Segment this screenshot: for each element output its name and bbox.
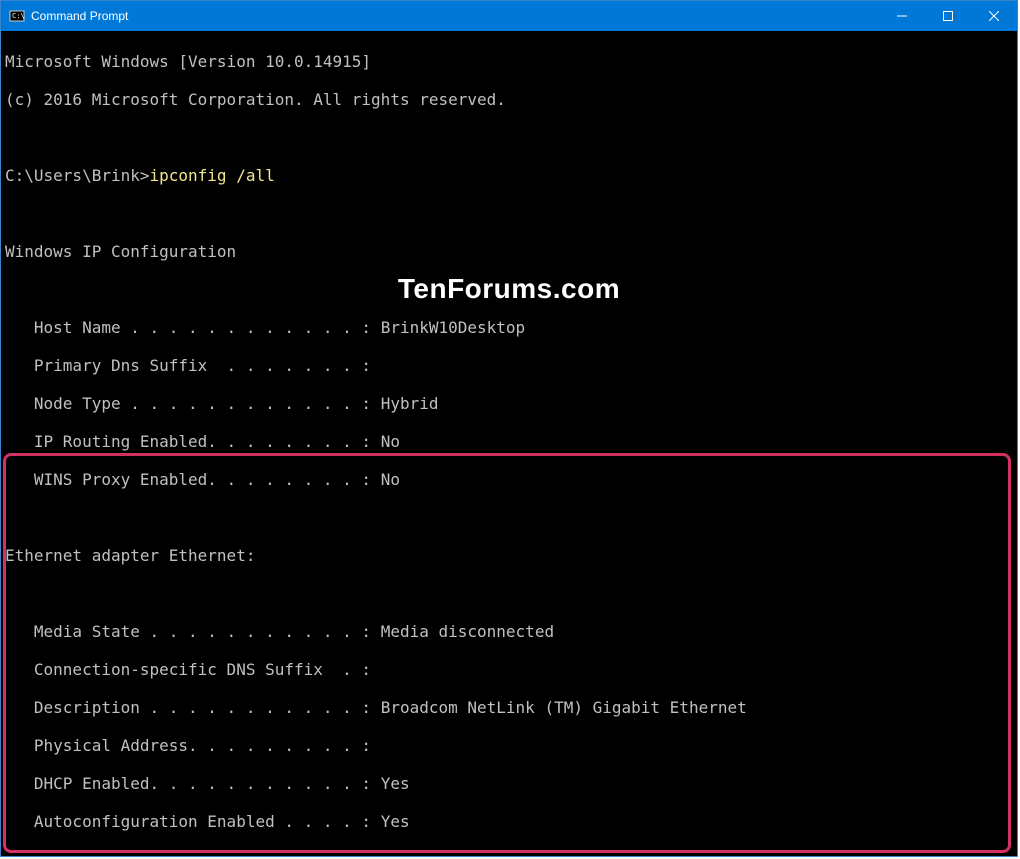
titlebar[interactable]: C:\ Command Prompt bbox=[1, 1, 1017, 31]
blank-line bbox=[5, 508, 1013, 527]
media-state-line: Media State . . . . . . . . . . . : Medi… bbox=[5, 622, 1013, 641]
svg-text:C:\: C:\ bbox=[12, 12, 25, 20]
autoconfig-line: Autoconfiguration Enabled . . . . : Yes bbox=[5, 812, 1013, 831]
section-header: Windows IP Configuration bbox=[5, 242, 1013, 261]
command-prompt-window: C:\ Command Prompt Microsoft Windows [Ve… bbox=[0, 0, 1018, 857]
prompt-path: C:\Users\Brink> bbox=[5, 166, 150, 185]
blank-line bbox=[5, 128, 1013, 147]
minimize-button[interactable] bbox=[879, 1, 925, 31]
cmd-icon: C:\ bbox=[9, 8, 25, 24]
close-button[interactable] bbox=[971, 1, 1017, 31]
console-output[interactable]: Microsoft Windows [Version 10.0.14915] (… bbox=[1, 31, 1017, 856]
version-line: Microsoft Windows [Version 10.0.14915] bbox=[5, 52, 1013, 71]
blank-line bbox=[5, 204, 1013, 223]
section-header: Ethernet adapter Ethernet: bbox=[5, 546, 1013, 565]
wins-proxy-line: WINS Proxy Enabled. . . . . . . . : No bbox=[5, 470, 1013, 489]
node-type-line: Node Type . . . . . . . . . . . . : Hybr… bbox=[5, 394, 1013, 413]
description-line: Description . . . . . . . . . . . : Broa… bbox=[5, 698, 1013, 717]
blank-line bbox=[5, 584, 1013, 603]
ip-routing-line: IP Routing Enabled. . . . . . . . : No bbox=[5, 432, 1013, 451]
command-text: ipconfig /all bbox=[150, 166, 275, 185]
host-name-line: Host Name . . . . . . . . . . . . : Brin… bbox=[5, 318, 1013, 337]
copyright-line: (c) 2016 Microsoft Corporation. All righ… bbox=[5, 90, 1013, 109]
prompt-line: C:\Users\Brink>ipconfig /all bbox=[5, 166, 1013, 185]
blank-line bbox=[5, 280, 1013, 299]
redacted-mac bbox=[381, 739, 581, 754]
blank-line bbox=[5, 850, 1013, 856]
maximize-button[interactable] bbox=[925, 1, 971, 31]
window-title: Command Prompt bbox=[31, 9, 128, 23]
primary-dns-line: Primary Dns Suffix . . . . . . . : bbox=[5, 356, 1013, 375]
dhcp-enabled-line: DHCP Enabled. . . . . . . . . . . : Yes bbox=[5, 774, 1013, 793]
physical-address-line: Physical Address. . . . . . . . . : bbox=[5, 736, 1013, 755]
conn-dns-line: Connection-specific DNS Suffix . : bbox=[5, 660, 1013, 679]
